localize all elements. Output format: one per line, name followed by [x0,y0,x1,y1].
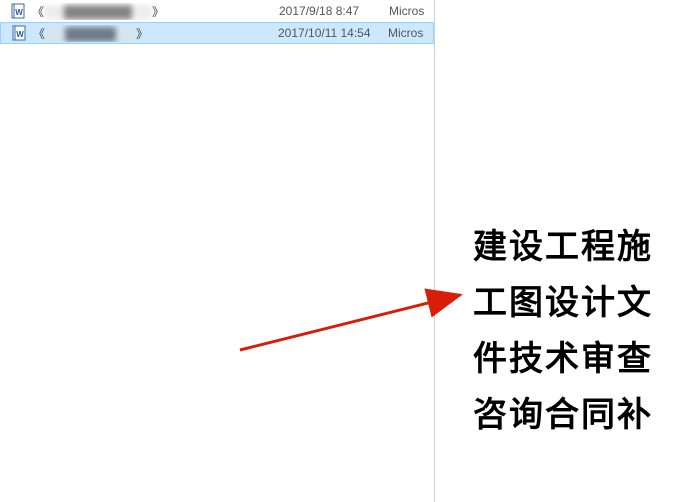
document-preview-text: 建设工程施工图设计文件技术审查咨询合同补 [473,220,678,444]
word-doc-icon: W [10,3,26,19]
file-type: Micros [388,26,433,40]
svg-text:W: W [15,8,23,17]
file-list-pane: W 《████████》 2017/9/18 8:47 Micros W 《██… [0,0,435,502]
file-date: 2017/10/11 14:54 [278,26,388,40]
svg-text:W: W [16,30,24,39]
file-row[interactable]: W 《██████》 2017/10/11 14:54 Micros [0,22,434,44]
file-row[interactable]: W 《████████》 2017/9/18 8:47 Micros [0,0,434,22]
file-type: Micros [389,4,434,18]
file-name: 《████████》 [32,3,279,20]
word-doc-icon: W [11,25,27,41]
file-date: 2017/9/18 8:47 [279,4,389,18]
file-name: 《██████》 [33,25,278,42]
